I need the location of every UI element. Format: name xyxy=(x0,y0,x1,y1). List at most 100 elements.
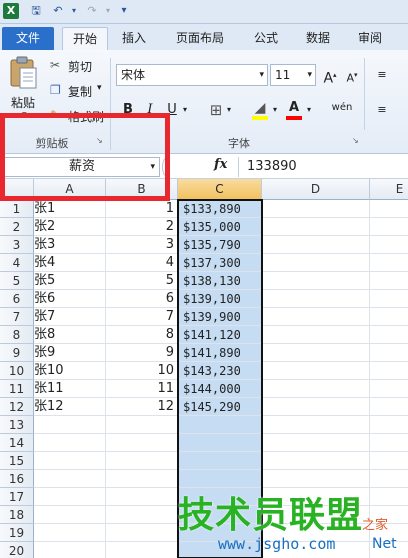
align-top-icon[interactable]: ≡ xyxy=(372,65,392,85)
cell-c[interactable] xyxy=(178,452,262,470)
cell-e[interactable] xyxy=(370,380,408,398)
undo-icon[interactable]: ↶ xyxy=(50,3,66,19)
format-painter-button[interactable]: 格式刷 xyxy=(68,108,104,125)
row-header[interactable]: 9 xyxy=(0,344,34,362)
cell-b[interactable] xyxy=(106,434,178,452)
cell-b[interactable]: 9 xyxy=(106,344,178,362)
cell-b[interactable]: 3 xyxy=(106,236,178,254)
italic-button[interactable]: I xyxy=(140,100,160,120)
cell-d[interactable] xyxy=(262,218,370,236)
cell-b[interactable]: 11 xyxy=(106,380,178,398)
cell-c[interactable] xyxy=(178,434,262,452)
cell-e[interactable] xyxy=(370,200,408,218)
underline-button[interactable]: U xyxy=(162,100,182,120)
cell-c[interactable]: $133,890 xyxy=(178,200,262,218)
cell-e[interactable] xyxy=(370,218,408,236)
cell-b[interactable]: 5 xyxy=(106,272,178,290)
insert-function-icon[interactable]: fx xyxy=(214,157,227,172)
cell-c[interactable]: $143,230 xyxy=(178,362,262,380)
cell-a[interactable]: 张12 xyxy=(34,398,106,416)
font-dialog-launcher-icon[interactable]: ↘ xyxy=(352,136,359,145)
chevron-down-icon[interactable]: ▾ xyxy=(259,65,264,85)
row-header[interactable]: 5 xyxy=(0,272,34,290)
cell-e[interactable] xyxy=(370,452,408,470)
cell-c[interactable]: $138,130 xyxy=(178,272,262,290)
cell-e[interactable] xyxy=(370,470,408,488)
cell-a[interactable]: 张2 xyxy=(34,218,106,236)
row-header[interactable]: 4 xyxy=(0,254,34,272)
cell-d[interactable] xyxy=(262,416,370,434)
save-icon[interactable]: 🖫 xyxy=(28,3,44,19)
cell-e[interactable] xyxy=(370,344,408,362)
grow-font-icon[interactable]: A▴ xyxy=(320,65,340,87)
name-box-resize-handle[interactable] xyxy=(162,158,170,176)
font-color-dropdown-icon[interactable]: ▾ xyxy=(304,100,314,120)
name-box[interactable]: 薪资 ▾ xyxy=(4,157,160,177)
cell-b[interactable] xyxy=(106,524,178,542)
cell-c[interactable]: $141,890 xyxy=(178,344,262,362)
tab-page-layout[interactable]: 页面布局 xyxy=(164,27,236,50)
row-header[interactable]: 17 xyxy=(0,488,34,506)
paste-button[interactable]: 粘贴 xyxy=(11,94,35,111)
cell-a[interactable] xyxy=(34,542,106,558)
cell-a[interactable] xyxy=(34,524,106,542)
cell-d[interactable] xyxy=(262,380,370,398)
cell-e[interactable] xyxy=(370,254,408,272)
row-header[interactable]: 15 xyxy=(0,452,34,470)
cell-a[interactable] xyxy=(34,416,106,434)
customize-qat-icon[interactable]: ▾ xyxy=(116,3,132,19)
cell-b[interactable]: 10 xyxy=(106,362,178,380)
font-color-icon[interactable]: A xyxy=(284,98,304,120)
cell-c[interactable]: $135,790 xyxy=(178,236,262,254)
cell-a[interactable]: 张1 xyxy=(34,200,106,218)
cell-a[interactable]: 张6 xyxy=(34,290,106,308)
cell-c[interactable]: $135,000 xyxy=(178,218,262,236)
cell-d[interactable] xyxy=(262,362,370,380)
copy-button[interactable]: 复制 xyxy=(68,83,92,100)
row-header[interactable]: 20 xyxy=(0,542,34,558)
cell-a[interactable] xyxy=(34,434,106,452)
font-name-combo[interactable]: 宋体 ▾ xyxy=(116,64,268,86)
cell-a[interactable] xyxy=(34,470,106,488)
formula-input[interactable]: 133890 xyxy=(238,157,408,177)
row-header[interactable]: 16 xyxy=(0,470,34,488)
tab-review[interactable]: 审阅 xyxy=(348,27,392,50)
cell-b[interactable]: 2 xyxy=(106,218,178,236)
cell-b[interactable]: 7 xyxy=(106,308,178,326)
shrink-font-icon[interactable]: A▾ xyxy=(342,65,362,85)
cell-d[interactable] xyxy=(262,308,370,326)
row-header[interactable]: 2 xyxy=(0,218,34,236)
paste-dropdown-icon[interactable]: ▾ xyxy=(22,110,27,120)
column-header-a[interactable]: A xyxy=(34,179,106,200)
cell-d[interactable] xyxy=(262,452,370,470)
cell-e[interactable] xyxy=(370,308,408,326)
redo-icon[interactable]: ↷ xyxy=(84,3,100,19)
cell-a[interactable]: 张10 xyxy=(34,362,106,380)
row-header[interactable]: 18 xyxy=(0,506,34,524)
cell-e[interactable] xyxy=(370,488,408,506)
row-header[interactable]: 8 xyxy=(0,326,34,344)
cell-d[interactable] xyxy=(262,290,370,308)
cell-d[interactable] xyxy=(262,200,370,218)
cell-c[interactable]: $144,000 xyxy=(178,380,262,398)
font-size-combo[interactable]: 11 ▾ xyxy=(270,64,316,86)
column-header-b[interactable]: B xyxy=(106,179,178,200)
cell-b[interactable] xyxy=(106,506,178,524)
cell-b[interactable] xyxy=(106,416,178,434)
column-header-d[interactable]: D xyxy=(262,179,370,200)
phonetic-button[interactable]: wén xyxy=(328,98,356,118)
cell-c[interactable]: $137,300 xyxy=(178,254,262,272)
row-header[interactable]: 10 xyxy=(0,362,34,380)
cell-c[interactable] xyxy=(178,416,262,434)
cell-e[interactable] xyxy=(370,416,408,434)
cell-e[interactable] xyxy=(370,326,408,344)
cell-e[interactable] xyxy=(370,434,408,452)
cell-a[interactable]: 张4 xyxy=(34,254,106,272)
row-header[interactable]: 12 xyxy=(0,398,34,416)
cell-a[interactable]: 张7 xyxy=(34,308,106,326)
cell-a[interactable]: 张5 xyxy=(34,272,106,290)
cell-d[interactable] xyxy=(262,326,370,344)
cell-b[interactable]: 8 xyxy=(106,326,178,344)
cell-d[interactable] xyxy=(262,236,370,254)
chevron-down-icon[interactable]: ▾ xyxy=(150,158,155,176)
